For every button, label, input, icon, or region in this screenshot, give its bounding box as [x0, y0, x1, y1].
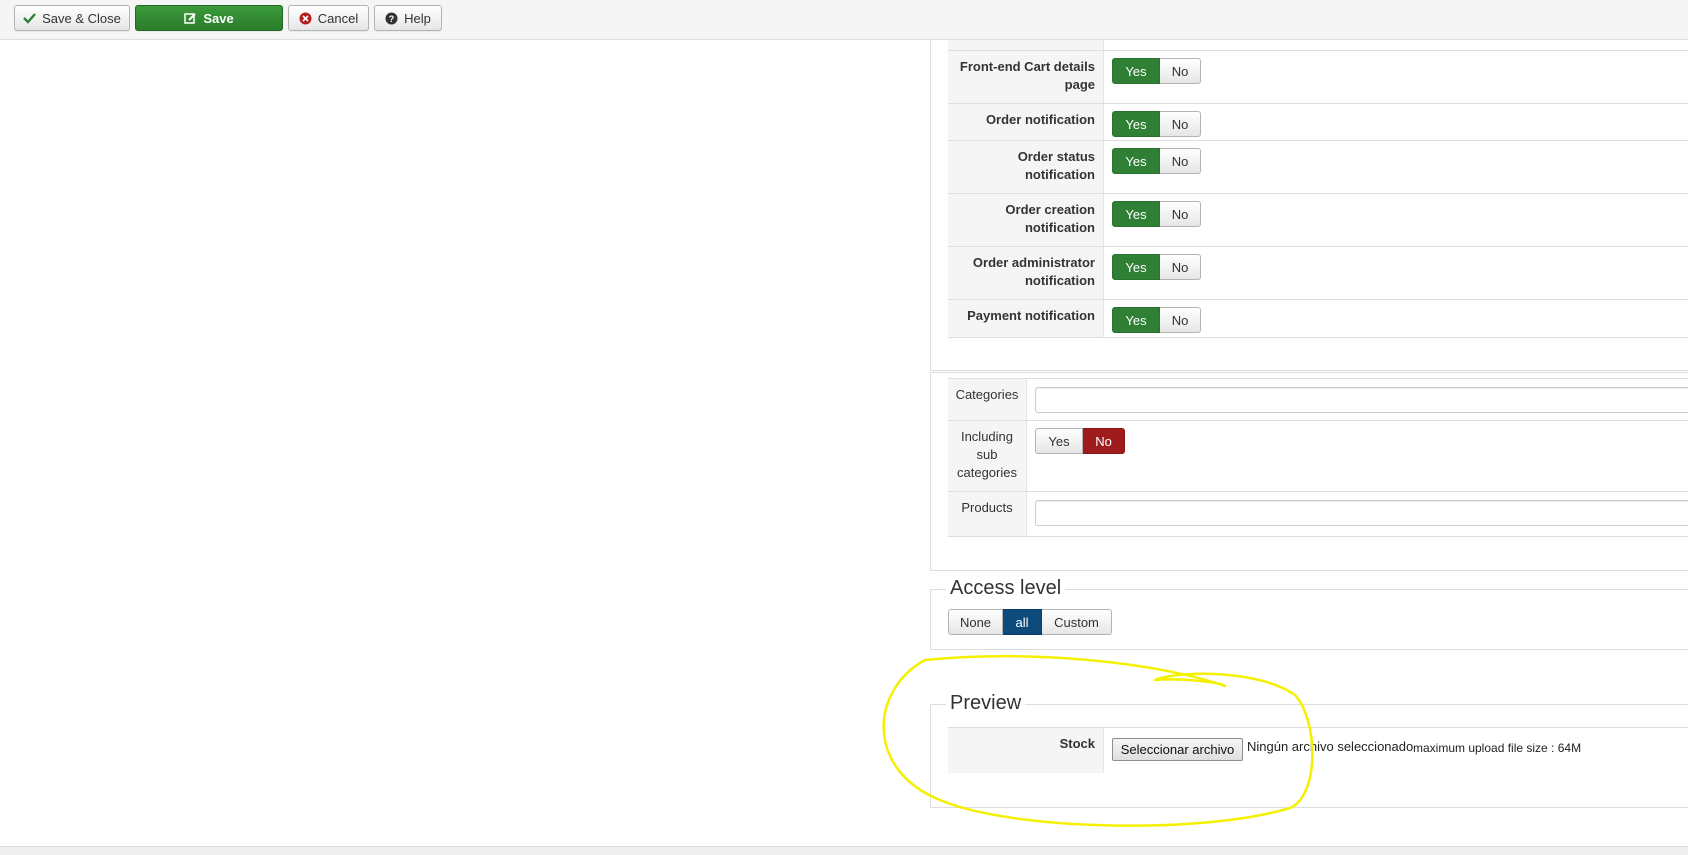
save-close-button[interactable]: Save & Close: [14, 5, 130, 31]
svg-text:?: ?: [389, 14, 395, 24]
access-none-button[interactable]: None: [948, 609, 1003, 635]
notification-yes-button[interactable]: Yes: [1112, 148, 1160, 174]
notification-toggle: Yes No: [1112, 201, 1201, 227]
access-all-button[interactable]: all: [1003, 609, 1042, 635]
notification-row: Payment notification Yes No: [948, 299, 1688, 338]
check-icon: [23, 12, 37, 24]
notification-label: Order status notification: [948, 141, 1104, 194]
notification-row: Order status notification Yes No: [948, 140, 1688, 194]
notification-yes-button[interactable]: Yes: [1112, 58, 1160, 84]
cancel-button[interactable]: Cancel: [288, 5, 369, 31]
notification-toggle: Yes No: [1112, 307, 1201, 333]
help-button[interactable]: ? Help: [374, 5, 442, 31]
stock-row: Stock Seleccionar archivo Ningún archivo…: [948, 727, 1688, 773]
notification-no-button[interactable]: No: [1160, 148, 1201, 174]
access-level-legend: Access level: [946, 577, 1066, 600]
save-button[interactable]: Save: [135, 5, 283, 31]
max-upload-text: maximum upload file size : 64M: [1413, 741, 1582, 755]
notification-toggle: Yes No: [1112, 148, 1201, 174]
notification-no-button[interactable]: No: [1160, 307, 1201, 333]
notification-yes-button[interactable]: Yes: [1112, 201, 1160, 227]
cancel-circle-icon: [299, 12, 312, 25]
subcategories-label: Including sub categories: [948, 421, 1027, 492]
notification-row: Order notification Yes No: [948, 103, 1688, 141]
notification-no-button[interactable]: No: [1160, 254, 1201, 280]
notification-yes-button[interactable]: Yes: [1112, 254, 1160, 280]
preview-legend: Preview: [946, 692, 1026, 715]
products-row: Products: [948, 491, 1688, 537]
notification-row: Order creation notification Yes No: [948, 193, 1688, 247]
help-label: Help: [404, 10, 431, 26]
subcategories-no-button[interactable]: No: [1083, 428, 1125, 454]
notification-label: Order creation notification: [948, 194, 1104, 247]
choose-file-button[interactable]: Seleccionar archivo: [1112, 738, 1243, 761]
notification-row: Front-end Cart details page Yes No: [948, 50, 1688, 104]
notification-yes-button[interactable]: Yes: [1112, 111, 1160, 137]
notification-toggle: Yes No: [1112, 111, 1201, 137]
subcategories-row: Including sub categories Yes No: [948, 420, 1688, 492]
subcategories-yes-button[interactable]: Yes: [1035, 428, 1083, 454]
save-label: Save: [203, 10, 234, 26]
notification-label: Order notification: [948, 104, 1104, 141]
question-circle-icon: ?: [385, 12, 398, 25]
subcategories-toggle: Yes No: [1035, 428, 1125, 454]
access-custom-button[interactable]: Custom: [1042, 609, 1112, 635]
notification-label: Payment notification: [948, 300, 1104, 337]
cancel-label: Cancel: [317, 10, 359, 26]
notification-no-button[interactable]: No: [1160, 111, 1201, 137]
notification-row: Order administrator notification Yes No: [948, 246, 1688, 300]
notification-label: Order administrator notification: [948, 247, 1104, 300]
products-label: Products: [948, 492, 1027, 536]
notification-no-button[interactable]: No: [1160, 58, 1201, 84]
notification-toggle: Yes No: [1112, 58, 1201, 84]
file-status-text: Ningún archivo seleccionado: [1247, 739, 1414, 754]
save-close-label: Save & Close: [42, 10, 121, 26]
stock-label: Stock: [948, 728, 1104, 773]
toolbar: Save & Close Save Cancel ? Help: [0, 0, 1688, 40]
products-input[interactable]: [1035, 500, 1688, 526]
notification-no-button[interactable]: No: [1160, 201, 1201, 227]
access-level-toggle: None all Custom: [948, 609, 1112, 635]
notification-toggle: Yes No: [1112, 254, 1201, 280]
categories-label: Categories: [948, 379, 1027, 421]
categories-row: Categories: [948, 378, 1688, 421]
notification-label: Front-end Cart details page: [948, 51, 1104, 104]
fieldset-top-partial: [948, 40, 1688, 50]
edit-icon: [184, 12, 197, 25]
notification-yes-button[interactable]: Yes: [1112, 307, 1160, 333]
categories-input[interactable]: [1035, 387, 1688, 413]
